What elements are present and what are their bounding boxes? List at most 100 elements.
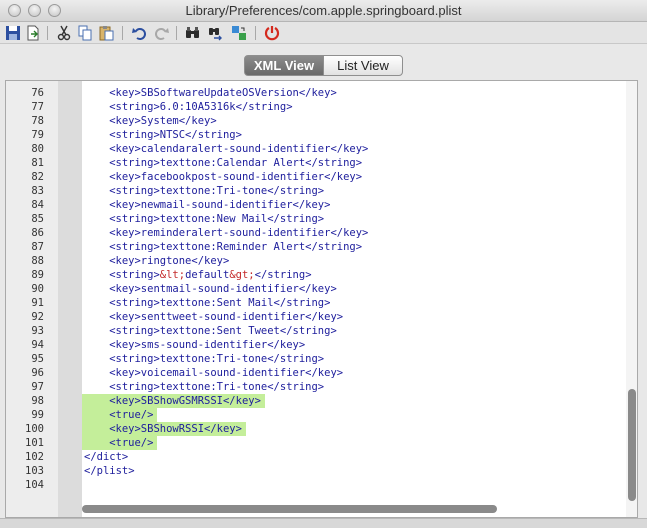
code-line[interactable]: 90 <key>sentmail-sound-identifier</key> — [6, 282, 626, 296]
code-fragment: default — [185, 269, 230, 281]
replace-icon[interactable] — [230, 24, 248, 42]
line-number: 99 — [31, 409, 44, 421]
line-number: 100 — [25, 423, 44, 435]
line-number: 80 — [31, 143, 44, 155]
code-line[interactable]: 104 — [6, 478, 626, 492]
horizontal-scrollbar[interactable] — [82, 503, 622, 515]
line-number: 88 — [31, 255, 44, 267]
xml-entity: &lt; — [159, 269, 186, 281]
toolbar-separator — [122, 26, 123, 40]
line-number: 78 — [31, 115, 44, 127]
undo-icon[interactable] — [131, 24, 149, 42]
code-text: <key>newmail-sound-identifier</key> — [109, 199, 331, 211]
line-number: 90 — [31, 283, 44, 295]
code-line[interactable]: 80 <key>calendaralert-sound-identifier</k… — [6, 142, 626, 156]
code-lines: 76 <key>SBSoftwareUpdateOSVersion</key> 77… — [6, 86, 626, 492]
code-line[interactable]: 89 <string>&lt;default&gt;</string> — [6, 268, 626, 282]
line-number: 94 — [31, 339, 44, 351]
redo-icon[interactable] — [152, 24, 170, 42]
code-line[interactable]: 77 <string>6.0:10A5316k</string> — [6, 100, 626, 114]
code-text: <true/> — [82, 436, 158, 450]
code-line[interactable]: 99 <true/> — [6, 408, 626, 422]
code-line[interactable]: 93 <string>texttone:Sent Tweet</string> — [6, 324, 626, 338]
code-line[interactable]: 103 </plist> — [6, 464, 626, 478]
code-text: </dict> — [84, 451, 129, 463]
line-number: 77 — [31, 101, 44, 113]
code-line[interactable]: 91 <string>texttone:Sent Mail</string> — [6, 296, 626, 310]
code-line[interactable]: 84 <key>newmail-sound-identifier</key> — [6, 198, 626, 212]
tab-list-view[interactable]: List View — [323, 55, 403, 76]
code-line[interactable]: 85 <string>texttone:New Mail</string> — [6, 212, 626, 226]
code-text: <string>texttone:New Mail</string> — [109, 213, 325, 225]
code-line[interactable]: 100 <key>SBShowRSSI</key> — [6, 422, 626, 436]
tab-xml-view[interactable]: XML View — [244, 55, 324, 76]
code-line[interactable]: 83 <string>texttone:Tri-tone</string> — [6, 184, 626, 198]
vertical-scrollbar[interactable] — [626, 81, 637, 517]
code-text: <string>texttone:Sent Tweet</string> — [109, 325, 337, 337]
code-line[interactable]: 101 <true/> — [6, 436, 626, 450]
code-line[interactable]: 94 <key>sms-sound-identifier</key> — [6, 338, 626, 352]
toolbar-separator — [47, 26, 48, 40]
code-text: <string>NTSC</string> — [109, 129, 242, 141]
line-number: 84 — [31, 199, 44, 211]
code-text: <key>sms-sound-identifier</key> — [109, 339, 306, 351]
code-line[interactable]: 78 <key>System</key> — [6, 114, 626, 128]
code-line[interactable]: 92 <key>senttweet-sound-identifier</key> — [6, 310, 626, 324]
code-text: <string>texttone:Tri-tone</string> — [109, 185, 325, 197]
window-bottom-edge — [0, 518, 647, 528]
code-text: <string>6.0:10A5316k</string> — [109, 101, 293, 113]
code-line[interactable]: 98 <key>SBShowGSMRSSI</key> — [6, 394, 626, 408]
code-text: <key>SBShowRSSI</key> — [82, 422, 246, 436]
xml-entity: &gt; — [229, 269, 255, 281]
toolbar — [0, 22, 647, 44]
line-number: 104 — [25, 479, 44, 491]
toolbar-separator — [255, 26, 256, 40]
line-number: 103 — [25, 465, 44, 477]
vertical-scroll-thumb[interactable] — [628, 389, 636, 501]
window-title: Library/Preferences/com.apple.springboar… — [185, 3, 462, 18]
code-fragment: <string> — [109, 269, 160, 281]
code-line[interactable]: 76 <key>SBSoftwareUpdateOSVersion</key> — [6, 86, 626, 100]
export-icon[interactable] — [24, 24, 42, 42]
code-line[interactable]: 95 <string>texttone:Tri-tone</string> — [6, 352, 626, 366]
plist-editor-window: Library/Preferences/com.apple.springboar… — [0, 0, 647, 528]
horizontal-scroll-thumb[interactable] — [82, 505, 497, 513]
copy-icon[interactable] — [76, 24, 94, 42]
code-text: <key>SBShowGSMRSSI</key> — [82, 394, 265, 408]
xml-editor[interactable]: 76 <key>SBSoftwareUpdateOSVersion</key> 77… — [5, 80, 638, 518]
code-text: <key>facebookpost-sound-identifier</key> — [109, 171, 363, 183]
paste-icon[interactable] — [97, 24, 115, 42]
line-number: 76 — [31, 87, 44, 99]
code-text: <key>reminderalert-sound-identifier</key… — [109, 227, 369, 239]
code-text: <key>ringtone</key> — [109, 255, 230, 267]
line-number: 89 — [31, 269, 44, 281]
line-number: 98 — [31, 395, 44, 407]
code-text: <key>voicemail-sound-identifier</key> — [109, 367, 344, 379]
code-text: <string>texttone:Calendar Alert</string> — [109, 157, 363, 169]
find-next-icon[interactable] — [207, 24, 225, 42]
line-number: 95 — [31, 353, 44, 365]
code-line[interactable]: 97 <string>texttone:Tri-tone</string> — [6, 380, 626, 394]
code-line[interactable]: 81 <string>texttone:Calendar Alert</strin… — [6, 156, 626, 170]
code-line[interactable]: 87 <string>texttone:Reminder Alert</strin… — [6, 240, 626, 254]
code-text: <string>texttone:Sent Mail</string> — [109, 297, 331, 309]
code-line[interactable]: 79 <string>NTSC</string> — [6, 128, 626, 142]
code-text: <key>calendaralert-sound-identifier</key… — [109, 143, 369, 155]
code-line[interactable]: 82 <key>facebookpost-sound-identifier</ke… — [6, 170, 626, 184]
code-line[interactable]: 88 <key>ringtone</key> — [6, 254, 626, 268]
title-bar: Library/Preferences/com.apple.springboar… — [0, 0, 647, 22]
save-icon[interactable] — [4, 24, 22, 42]
code-text: </plist> — [84, 465, 135, 477]
stop-icon[interactable] — [263, 24, 281, 42]
line-number: 97 — [31, 381, 44, 393]
find-icon[interactable] — [184, 24, 202, 42]
view-tab-bar: XML View List View — [0, 44, 647, 80]
line-number: 93 — [31, 325, 44, 337]
line-number: 83 — [31, 185, 44, 197]
cut-icon[interactable] — [55, 24, 73, 42]
line-number: 79 — [31, 129, 44, 141]
code-line[interactable]: 102 </dict> — [6, 450, 626, 464]
line-number: 86 — [31, 227, 44, 239]
code-line[interactable]: 86 <key>reminderalert-sound-identifier</k… — [6, 226, 626, 240]
code-line[interactable]: 96 <key>voicemail-sound-identifier</key> — [6, 366, 626, 380]
